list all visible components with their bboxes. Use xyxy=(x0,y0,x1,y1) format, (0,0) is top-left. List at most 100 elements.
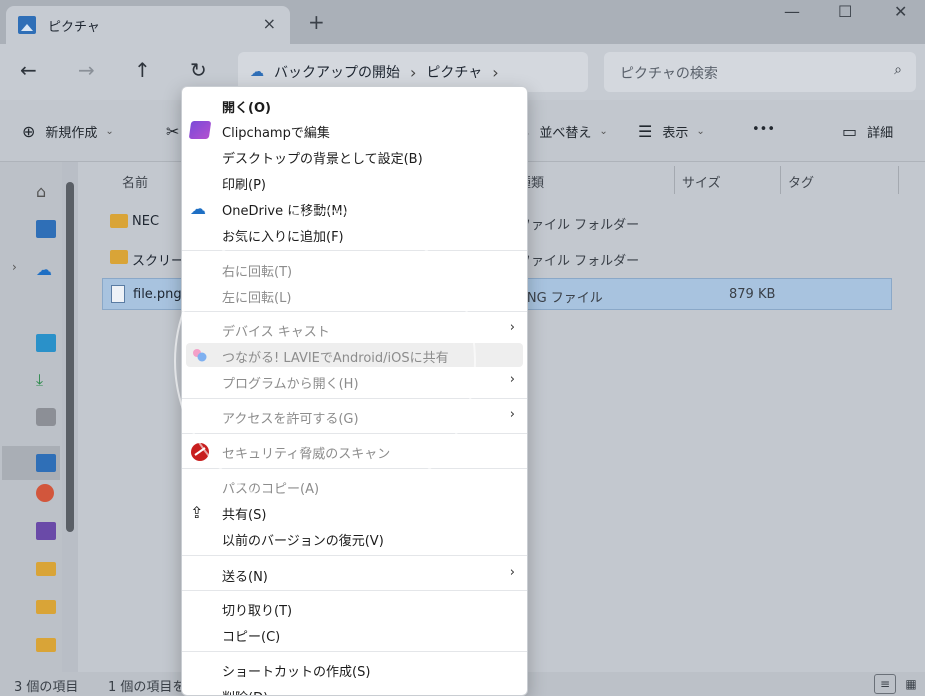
column-divider[interactable] xyxy=(898,166,899,194)
home-icon[interactable]: ⌂ xyxy=(36,182,56,201)
folder-icon[interactable] xyxy=(36,638,56,652)
menu-item-send-to[interactable]: 送る(N) › xyxy=(182,562,527,586)
menu-item-copy[interactable]: コピー(C) xyxy=(182,622,527,646)
videos-icon[interactable] xyxy=(36,522,56,540)
desktop-icon[interactable] xyxy=(36,334,56,352)
menu-item-label: デスクトップの背景として設定(B) xyxy=(222,152,423,167)
sort-button-label: 並べ替え xyxy=(539,126,592,141)
forward-button[interactable]: → xyxy=(78,58,95,82)
list-view-icon: ☰ xyxy=(638,122,653,141)
gallery-icon[interactable] xyxy=(36,220,56,238)
music-icon[interactable] xyxy=(36,484,54,502)
new-tab-button[interactable]: + xyxy=(308,10,325,34)
menu-item-label: 左に回転(L) xyxy=(222,291,292,306)
search-input[interactable]: ピクチャの検索 xyxy=(620,66,718,82)
menu-item-security-scan[interactable]: セキュリティ脅威のスキャン xyxy=(182,439,527,463)
downloads-icon[interactable]: ⤓ xyxy=(36,370,56,389)
menu-item-label: 送る(N) xyxy=(222,570,268,585)
menu-item-rotate-right[interactable]: 右に回転(T) xyxy=(182,257,527,281)
menu-item-label: 印刷(P) xyxy=(222,178,266,193)
tab-title: ピクチャ xyxy=(48,19,100,35)
column-header-name[interactable]: 名前 xyxy=(122,172,148,191)
tiles-view-icon[interactable]: ▦ xyxy=(900,674,922,694)
menu-separator xyxy=(182,651,527,652)
menu-item-rotate-left[interactable]: 左に回転(L) xyxy=(182,283,527,307)
breadcrumb-backup[interactable]: バックアップの開始 xyxy=(274,62,400,82)
scissors-icon: ✂ xyxy=(166,122,180,141)
new-button[interactable]: ⊕ 新規作成 ⌄ xyxy=(22,122,114,141)
menu-item-label: アクセスを許可する(G) xyxy=(222,412,359,427)
file-name: file.png xyxy=(133,287,182,302)
menu-item-label: パスのコピー(A) xyxy=(222,482,320,497)
menu-separator xyxy=(182,590,527,591)
menu-item-label: Clipchampで編集 xyxy=(222,126,330,141)
close-tab-icon[interactable]: × xyxy=(263,14,276,33)
folder-icon[interactable] xyxy=(36,562,56,576)
menu-item-give-access[interactable]: アクセスを許可する(G) › xyxy=(182,404,527,428)
details-button[interactable]: ▭ 詳細 xyxy=(842,122,893,141)
menu-item-set-wallpaper[interactable]: デスクトップの背景として設定(B) xyxy=(182,144,527,168)
menu-item-copy-path[interactable]: パスのコピー(A) xyxy=(182,474,527,498)
column-divider[interactable] xyxy=(780,166,781,194)
security-scan-icon xyxy=(190,442,210,461)
menu-item-share[interactable]: ⇪ 共有(S) xyxy=(182,500,527,524)
column-divider[interactable] xyxy=(674,166,675,194)
menu-separator xyxy=(182,311,527,312)
pictures-icon[interactable] xyxy=(36,454,56,472)
menu-item-move-onedrive[interactable]: ☁ OneDrive に移動(M) xyxy=(182,196,527,220)
menu-item-add-favorites[interactable]: お気に入りに追加(F) xyxy=(182,222,527,246)
folder-icon xyxy=(110,250,128,264)
back-button[interactable]: ← xyxy=(20,58,37,82)
breadcrumb-pictures[interactable]: ピクチャ xyxy=(426,62,482,82)
submenu-arrow-icon: › xyxy=(509,407,515,422)
menu-item-label: 開く(O) xyxy=(222,101,271,116)
menu-item-label: デバイス キャスト xyxy=(222,325,330,340)
more-options-button[interactable]: ••• xyxy=(752,122,775,137)
chevron-down-icon: ⌄ xyxy=(696,126,705,137)
menu-item-open[interactable]: 開く(O) xyxy=(182,93,527,117)
menu-item-delete[interactable]: 削除(D) xyxy=(182,683,527,695)
column-header-size[interactable]: サイズ xyxy=(682,172,721,191)
menu-item-open-with[interactable]: プログラムから開く(H) › xyxy=(182,369,527,393)
search-icon: ⌕ xyxy=(894,62,902,78)
menu-item-restore-versions[interactable]: 以前のバージョンの復元(V) xyxy=(182,526,527,550)
file-size: 879 KB xyxy=(729,287,776,302)
minimize-button[interactable]: — xyxy=(784,2,800,21)
folder-icon[interactable] xyxy=(36,600,56,614)
search-box[interactable]: ピクチャの検索 ⌕ xyxy=(604,52,916,92)
column-header-tag[interactable]: タグ xyxy=(788,172,814,191)
more-icon: ••• xyxy=(752,122,776,137)
breadcrumb-chevron-icon[interactable]: › xyxy=(492,63,498,82)
expand-chevron-icon[interactable]: › xyxy=(12,260,32,278)
refresh-button[interactable]: ↻ xyxy=(190,58,207,82)
tab-pictures[interactable]: ピクチャ × xyxy=(6,6,290,44)
file-type: PNG ファイル xyxy=(519,291,603,306)
menu-separator xyxy=(182,398,527,399)
clipchamp-icon xyxy=(188,121,212,139)
menu-item-create-shortcut[interactable]: ショートカットの作成(S) xyxy=(182,657,527,681)
menu-item-label: プログラムから開く(H) xyxy=(222,377,359,392)
menu-item-lavie-share[interactable]: つながる! LAVIEでAndroid/iOSに共有 xyxy=(182,343,527,367)
menu-item-label: ショートカットの作成(S) xyxy=(222,665,371,680)
item-count: 3 個の項目 xyxy=(14,680,79,695)
menu-item-cast-device[interactable]: デバイス キャスト › xyxy=(182,317,527,341)
new-button-label: 新規作成 xyxy=(45,126,98,141)
onedrive-icon[interactable]: ☁ xyxy=(36,260,56,279)
menu-item-print[interactable]: 印刷(P) xyxy=(182,170,527,194)
maximize-button[interactable]: ☐ xyxy=(838,2,852,21)
nav-scrollbar[interactable] xyxy=(66,182,74,532)
lavie-share-icon xyxy=(190,346,210,364)
chevron-down-icon: ⌄ xyxy=(105,126,114,137)
view-button[interactable]: ☰ 表示 ⌄ xyxy=(638,122,705,141)
breadcrumb-separator-icon: › xyxy=(410,62,417,82)
sort-button[interactable]: ⇅ 並べ替え ⌄ xyxy=(516,122,608,141)
details-view-icon[interactable]: ≡ xyxy=(874,674,896,694)
documents-icon[interactable] xyxy=(36,408,56,426)
menu-item-label: 切り取り(T) xyxy=(222,604,293,619)
menu-item-clipchamp[interactable]: Clipchampで編集 xyxy=(182,118,527,142)
up-button[interactable]: ↑ xyxy=(134,58,151,82)
close-window-button[interactable]: ✕ xyxy=(894,2,907,21)
menu-item-label: 削除(D) xyxy=(222,687,268,695)
menu-item-cut[interactable]: 切り取り(T) xyxy=(182,596,527,620)
menu-separator xyxy=(182,433,527,434)
